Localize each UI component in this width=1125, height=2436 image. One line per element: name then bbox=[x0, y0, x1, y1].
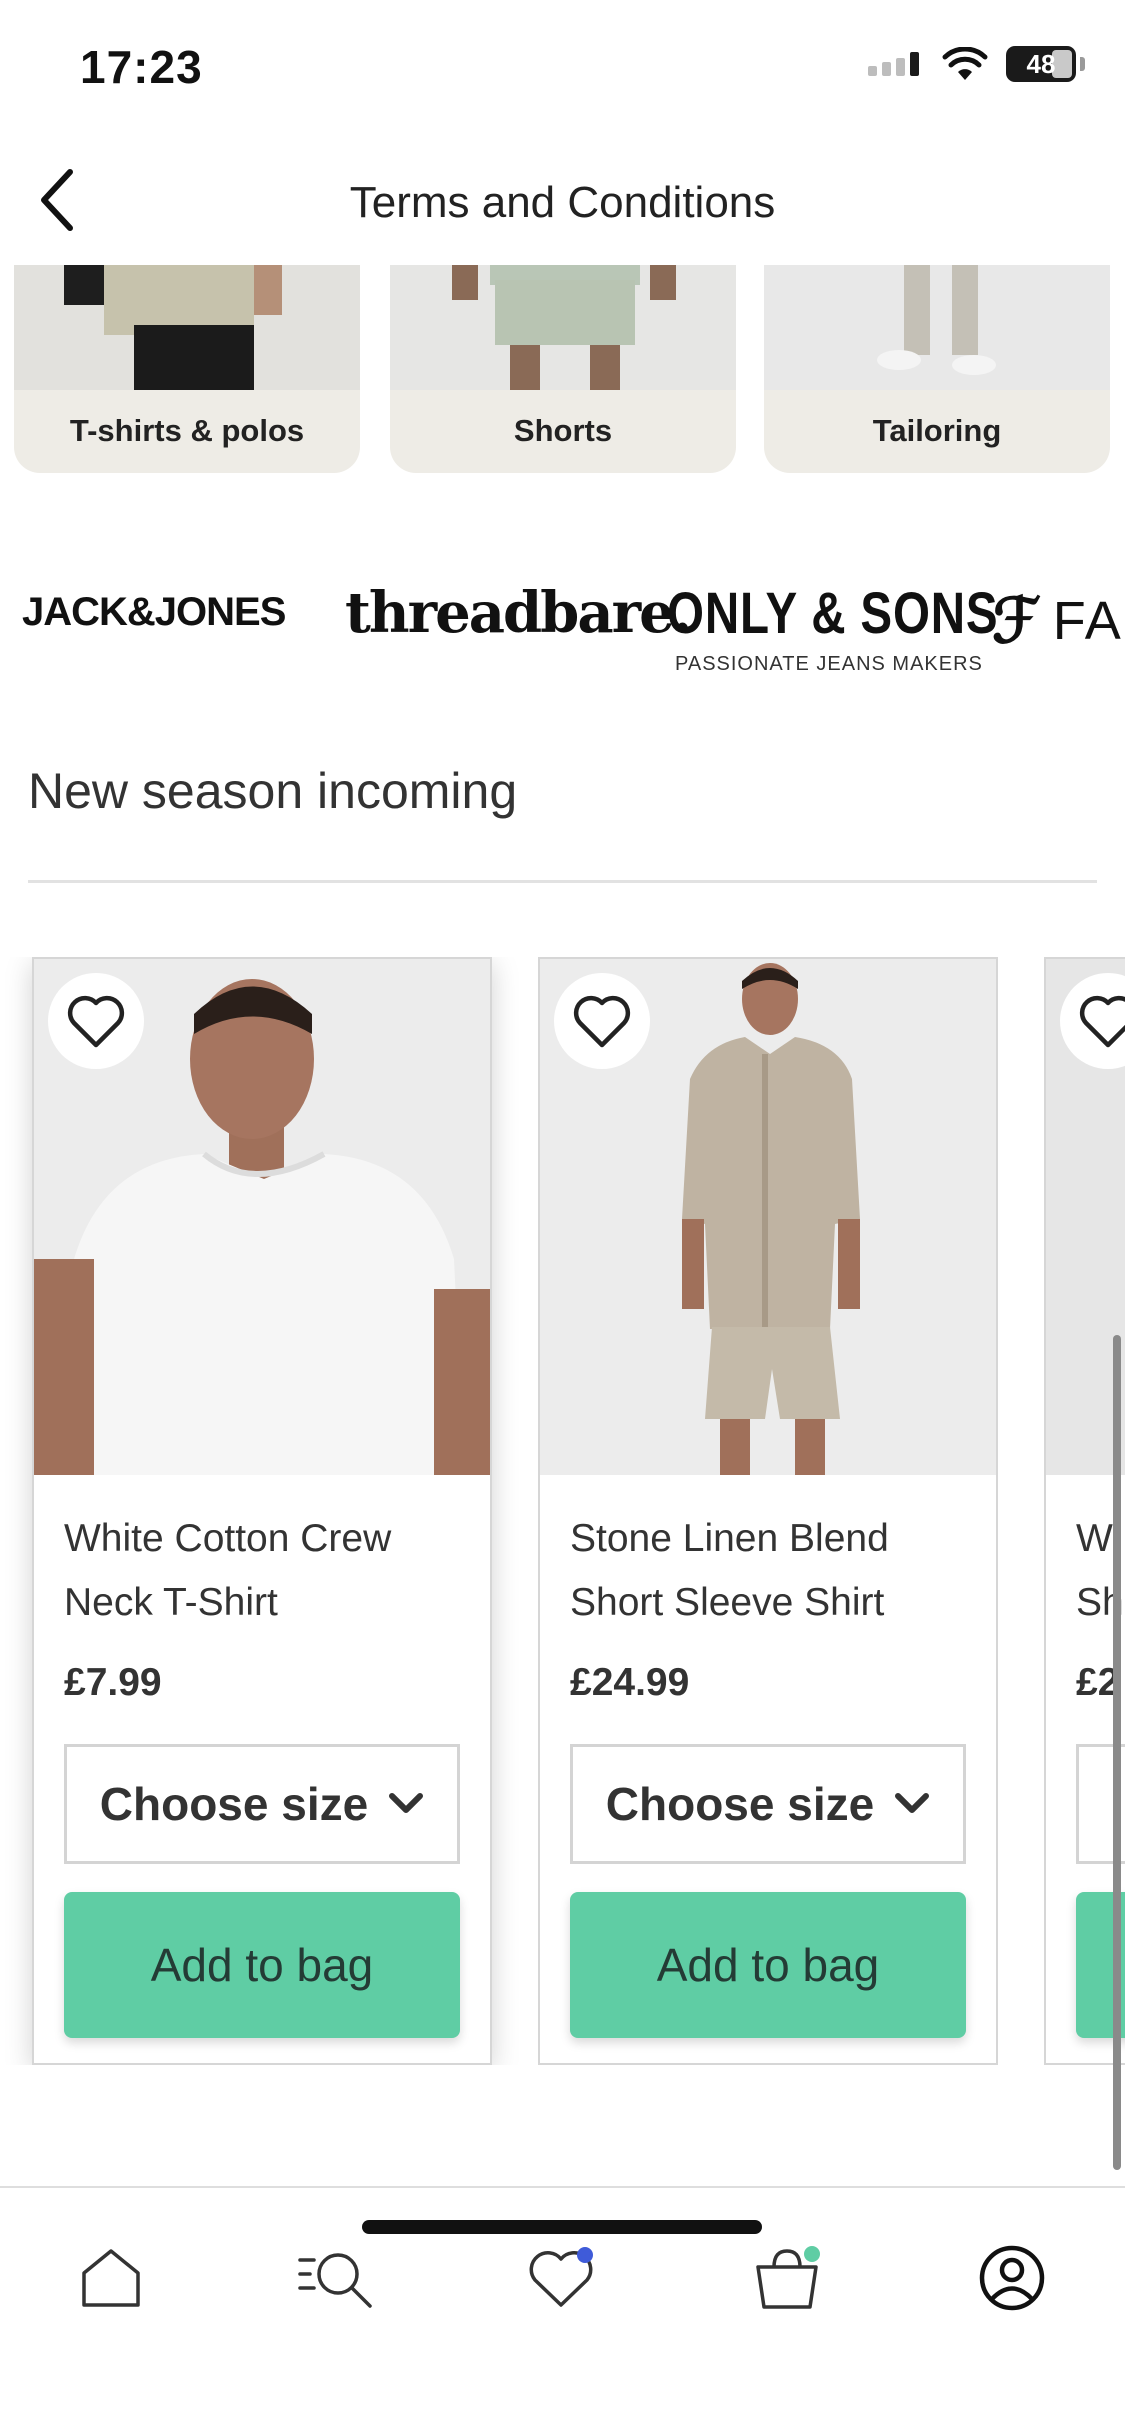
brand-name: ONLY & SONS bbox=[667, 581, 999, 646]
tab-account[interactable] bbox=[962, 2228, 1062, 2328]
heart-icon bbox=[1079, 995, 1125, 1048]
add-to-bag-button[interactable]: Add to bag bbox=[570, 1892, 966, 2038]
divider bbox=[28, 880, 1097, 883]
brand-carousel: JACK&JONES threadbare. ONLY & SONS PASSI… bbox=[0, 580, 1125, 700]
category-label: T-shirts & polos bbox=[69, 413, 305, 448]
status-bar: 17:23 48 bbox=[0, 0, 1125, 140]
bag-icon bbox=[756, 2246, 820, 2309]
category-label: Tailoring bbox=[872, 413, 1002, 448]
chevron-down-icon bbox=[895, 1793, 930, 1813]
notification-dot bbox=[577, 2247, 593, 2263]
page-header: Terms and Conditions bbox=[0, 140, 1125, 265]
home-icon bbox=[82, 2249, 140, 2307]
brand-name: FA bbox=[1052, 590, 1123, 651]
category-tile-tshirts[interactable]: T-shirts & polos bbox=[14, 265, 360, 473]
tab-search[interactable] bbox=[286, 2228, 386, 2328]
category-label: Shorts bbox=[513, 413, 613, 448]
search-icon bbox=[298, 2253, 372, 2308]
category-image bbox=[14, 265, 360, 390]
size-select-label: Choose size bbox=[605, 1778, 875, 1830]
battery-icon: 48 bbox=[1006, 46, 1076, 82]
tab-wishlist[interactable] bbox=[512, 2228, 612, 2328]
brand-logo-farah[interactable]: ℱ FA bbox=[992, 584, 1123, 657]
product-name[interactable]: White Cotton Crew Neck T-Shirt bbox=[64, 1507, 470, 1635]
size-select[interactable]: Choose size bbox=[570, 1744, 966, 1864]
brand-logo-jack-jones[interactable]: JACK&JONES bbox=[22, 590, 286, 635]
product-image bbox=[34, 959, 490, 1475]
category-image bbox=[764, 265, 1110, 390]
add-to-bag-button[interactable]: Add to bag bbox=[64, 1892, 460, 2038]
category-carousel: T-shirts & polos Shorts Tailoring bbox=[0, 265, 1125, 473]
tab-home[interactable] bbox=[61, 2228, 161, 2328]
add-to-bag-label: Add to bag bbox=[150, 1939, 374, 1991]
product-image bbox=[540, 959, 996, 1475]
cellular-signal-icon bbox=[868, 52, 919, 76]
wishlist-button[interactable] bbox=[554, 973, 650, 1069]
heart-icon bbox=[529, 2247, 593, 2307]
status-time: 17:23 bbox=[80, 41, 203, 93]
wifi-icon bbox=[942, 47, 988, 80]
page-title: Terms and Conditions bbox=[349, 178, 776, 227]
notification-dot bbox=[804, 2246, 820, 2262]
size-select-label: Choose size bbox=[99, 1778, 369, 1830]
category-image bbox=[390, 265, 736, 390]
account-icon bbox=[979, 2245, 1045, 2311]
chevron-down-icon bbox=[389, 1793, 424, 1813]
wishlist-button[interactable] bbox=[48, 973, 144, 1069]
category-tile-tailoring[interactable]: Tailoring bbox=[764, 265, 1110, 473]
product-carousel: White Cotton Crew Neck T-Shirt £7.99 Cho… bbox=[0, 957, 1125, 2065]
section-title: New season incoming bbox=[28, 763, 518, 819]
tab-bag[interactable] bbox=[737, 2228, 837, 2328]
brand-logo-threadbare[interactable]: threadbare. bbox=[345, 580, 692, 646]
heart-icon bbox=[573, 995, 631, 1048]
home-indicator[interactable] bbox=[362, 2220, 762, 2234]
brand-monogram-icon: ℱ bbox=[992, 584, 1041, 657]
add-to-bag-label: Add to bag bbox=[656, 1939, 880, 1991]
category-tile-shorts[interactable]: Shorts bbox=[390, 265, 736, 473]
product-name[interactable]: Stone Linen Blend Short Sleeve Shirt bbox=[570, 1507, 976, 1635]
scrollbar[interactable] bbox=[1113, 1335, 1121, 2170]
heart-icon bbox=[67, 995, 125, 1048]
product-card[interactable]: Stone Linen Blend Short Sleeve Shirt £24… bbox=[538, 957, 998, 2065]
product-card[interactable]: White Cotton Crew Neck T-Shirt £7.99 Cho… bbox=[32, 957, 492, 2065]
status-icons: 48 bbox=[868, 46, 1085, 82]
battery-level: 48 bbox=[1026, 48, 1056, 79]
product-price: £24.99 bbox=[570, 1661, 690, 1704]
product-price: £7.99 bbox=[64, 1661, 162, 1704]
size-select[interactable]: Choose size bbox=[64, 1744, 460, 1864]
